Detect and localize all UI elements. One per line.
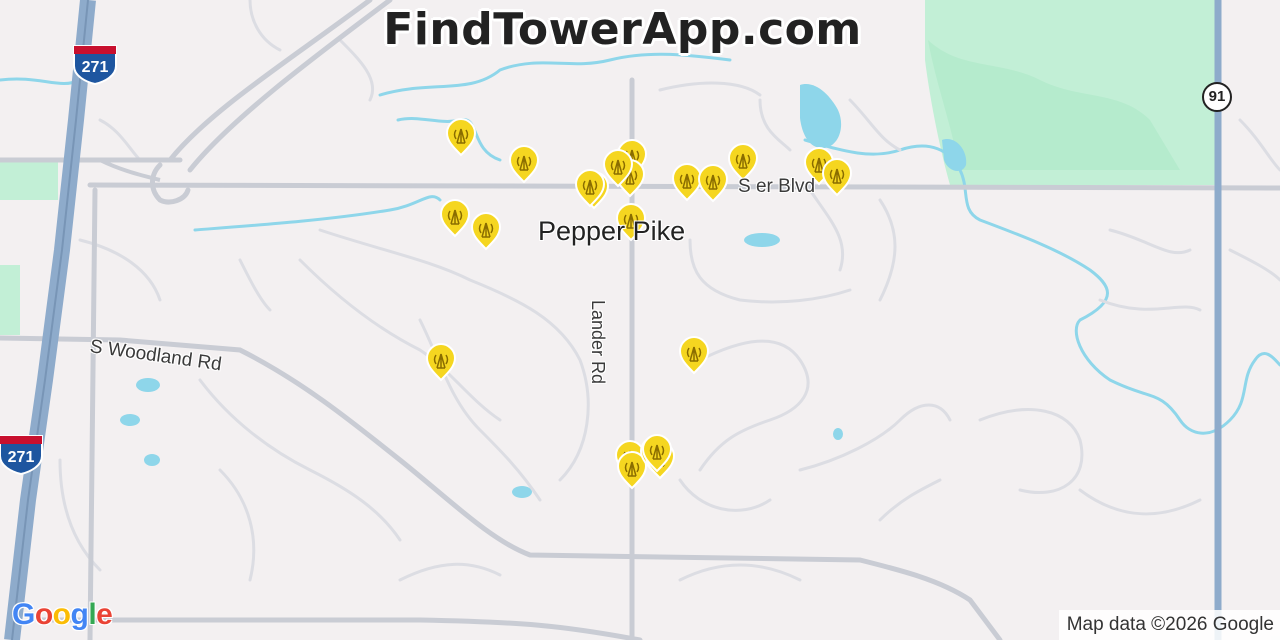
cell-tower-pin-icon[interactable] (697, 163, 729, 203)
cell-tower-pin-icon[interactable] (470, 211, 502, 251)
cell-tower-pin-icon[interactable] (678, 335, 710, 375)
road-label-blvd: S er Blvd (738, 176, 816, 197)
google-logo: Google (12, 598, 113, 631)
page-title: FindTowerApp.com (383, 4, 862, 55)
tower-pins[interactable] (425, 117, 853, 490)
state-route-shield: 91 (1202, 82, 1232, 112)
pond (144, 454, 160, 466)
svg-text:271: 271 (8, 449, 35, 466)
cell-tower-pin-icon[interactable] (508, 144, 540, 184)
map-canvas[interactable]: 271 271 (0, 0, 1280, 640)
ramp (99, 158, 161, 182)
cell-tower-pin-icon[interactable] (671, 162, 703, 202)
cell-tower-pin-icon[interactable] (445, 117, 477, 157)
cell-tower-pin-icon[interactable] (821, 157, 853, 197)
city-label: Pepper Pike (538, 216, 686, 246)
park-area-left (0, 160, 58, 200)
cell-tower-pin-icon[interactable] (439, 198, 471, 238)
cell-tower-pin-icon[interactable] (727, 142, 759, 182)
pond (744, 233, 780, 247)
interstate-shield-bottom: 271 (0, 435, 43, 476)
pond (512, 486, 532, 498)
pond (136, 378, 160, 392)
road-label-lander: Lander Rd (588, 300, 608, 385)
map-attribution: Map data ©2026 Google (1058, 610, 1280, 640)
lake (800, 84, 842, 149)
svg-text:271: 271 (82, 59, 109, 76)
pond (120, 414, 140, 426)
park-area-left-2 (0, 265, 20, 335)
pond (833, 428, 843, 440)
